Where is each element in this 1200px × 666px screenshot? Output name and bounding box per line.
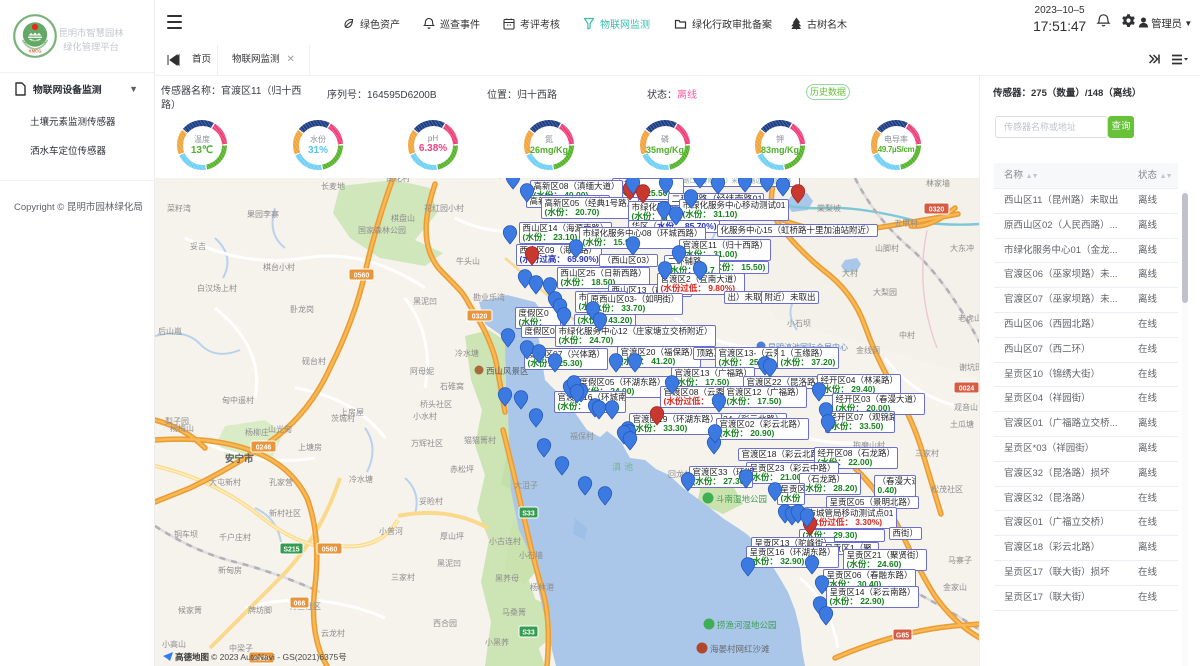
svg-text:上塘房: 上塘房	[298, 442, 322, 452]
svg-text:白汉场上村: 白汉场上村	[197, 283, 237, 293]
svg-text:0320: 0320	[929, 207, 945, 214]
svg-text:国家森林公园: 国家森林公园	[358, 225, 406, 235]
svg-text:大梨园: 大梨园	[873, 287, 897, 297]
svg-text:赤松坪: 赤松坪	[450, 464, 474, 474]
svg-text:棋台小村: 棋台小村	[263, 262, 295, 272]
svg-text:山光甸: 山光甸	[268, 424, 292, 434]
svg-text:大屯新村: 大屯新村	[209, 477, 241, 487]
svg-text:土瓜塘: 土瓜塘	[950, 419, 974, 429]
svg-text:中村: 中村	[899, 330, 915, 340]
svg-text:杨柳庄: 杨柳庄	[245, 427, 269, 437]
svg-text:金家山: 金家山	[943, 582, 967, 592]
svg-text:桥头社区: 桥头社区	[420, 399, 452, 409]
svg-text:厚山坪: 厚山坪	[440, 531, 464, 541]
svg-text:长麦地: 长麦地	[321, 181, 345, 191]
svg-text:滇池: 滇池	[612, 461, 636, 472]
svg-text:观音山: 观音山	[954, 402, 978, 412]
svg-text:后山嵐: 后山嵐	[158, 326, 182, 336]
svg-text:三家村: 三家村	[915, 448, 939, 458]
svg-text:黑泥凹: 黑泥凹	[413, 297, 437, 306]
svg-text:大沮子: 大沮子	[514, 480, 538, 490]
svg-text:南花村: 南花村	[386, 178, 410, 183]
svg-text:万辉社区: 万辉社区	[411, 438, 443, 448]
svg-text:冷水塘: 冷水塘	[349, 474, 373, 484]
svg-text:小普河: 小普河	[379, 526, 403, 536]
svg-text:五甲村: 五甲村	[894, 218, 918, 228]
svg-text:妥吉: 妥吉	[190, 241, 206, 251]
svg-text:捞渔河湿地公园: 捞渔河湿地公园	[717, 620, 777, 630]
svg-text:小高山: 小高山	[162, 639, 186, 649]
svg-text:黑泥凹: 黑泥凹	[437, 559, 461, 568]
svg-text:山脚村: 山脚村	[875, 243, 899, 253]
svg-text:安宁市: 安宁市	[225, 453, 254, 465]
svg-text:小石坝: 小石坝	[787, 319, 811, 328]
svg-text:冷水塘: 冷水塘	[455, 348, 479, 358]
svg-text:铜车坝: 铜车坝	[174, 529, 198, 539]
svg-text:菜籽湾: 菜籽湾	[167, 203, 191, 213]
svg-text:勘业乐湾: 勘业乐湾	[473, 292, 505, 302]
svg-text:花红园小村: 花红园小村	[424, 203, 464, 213]
svg-text:0560: 0560	[354, 273, 370, 280]
svg-text:砚台村: 砚台村	[302, 356, 326, 366]
svg-text:0024: 0024	[959, 386, 975, 393]
svg-text:牛头山: 牛头山	[456, 256, 480, 266]
svg-text:大村: 大村	[842, 268, 858, 278]
svg-text:杨林港: 杨林港	[530, 582, 554, 592]
svg-text:小黑荞: 小黑荞	[485, 637, 509, 647]
svg-text:西山风景区: 西山风景区	[486, 366, 529, 376]
svg-text:三家村: 三家村	[391, 572, 415, 582]
svg-text:小石墙: 小石墙	[519, 550, 543, 560]
svg-text:KMCG: KMCG	[29, 49, 42, 54]
svg-text:妥睑村: 妥睑村	[419, 496, 443, 506]
svg-text:大东冲: 大东冲	[950, 243, 974, 253]
svg-text:谢坑田: 谢坑田	[959, 362, 980, 372]
svg-text:候家箐: 候家箐	[178, 605, 202, 615]
svg-text:牌坊脚: 牌坊脚	[248, 605, 272, 615]
svg-text:果园李寨: 果园李寨	[247, 209, 279, 219]
svg-text:云龙村: 云龙村	[321, 628, 345, 638]
svg-text:海晏村网红沙滩: 海晏村网红沙滩	[710, 644, 770, 654]
svg-text:0320: 0320	[472, 314, 488, 321]
svg-text:黑荞母: 黑荞母	[495, 573, 519, 583]
svg-text:066: 066	[294, 601, 306, 608]
svg-text:马桑箐: 马桑箐	[502, 607, 526, 617]
svg-text:G85: G85	[896, 633, 909, 640]
svg-text:小水村: 小水村	[413, 411, 437, 421]
svg-text:马寨子: 马寨子	[948, 555, 972, 565]
svg-text:孔家营: 孔家营	[269, 477, 293, 487]
svg-text:茨城村: 茨城村	[331, 413, 355, 423]
svg-text:高德地图: 高德地图	[175, 652, 209, 662]
svg-text:0560: 0560	[322, 547, 338, 554]
svg-text:千户庄村: 千户庄村	[219, 532, 251, 542]
svg-text:棋盘山: 棋盘山	[391, 213, 415, 223]
svg-text:杨梅山: 杨梅山	[170, 423, 194, 433]
svg-text:阿母妮: 阿母妮	[410, 366, 434, 376]
svg-text:小古连村: 小古连村	[489, 536, 521, 546]
svg-text:斗南湿地公园: 斗南湿地公园	[716, 494, 767, 504]
svg-text:金线洞: 金线洞	[856, 345, 880, 355]
svg-text:S215: S215	[283, 547, 299, 554]
svg-text:新甸房: 新甸房	[218, 565, 242, 575]
svg-text:福保村: 福保村	[570, 431, 594, 441]
svg-text:老虎山: 老虎山	[958, 313, 980, 323]
svg-text:卧龙岗: 卧龙岗	[290, 304, 314, 314]
svg-text:© 2023 AutoNavi - GS(2021)6375: © 2023 AutoNavi - GS(2021)6375号	[211, 652, 347, 662]
svg-text:石碓窝: 石碓窝	[440, 381, 464, 391]
svg-text:林家墙: 林家墙	[926, 178, 950, 188]
svg-text:新村社区: 新村社区	[269, 508, 301, 518]
svg-text:S33: S33	[522, 630, 535, 637]
svg-text:0246: 0246	[256, 445, 272, 452]
svg-text:猫猫箐村: 猫猫箐村	[464, 435, 496, 445]
svg-text:西合园: 西合园	[433, 618, 457, 628]
svg-text:松茂社区: 松茂社区	[931, 484, 963, 494]
svg-text:棠梨坡: 棠梨坡	[817, 203, 841, 213]
svg-text:甸中遥村: 甸中遥村	[222, 395, 254, 405]
svg-text:S33: S33	[522, 511, 535, 518]
